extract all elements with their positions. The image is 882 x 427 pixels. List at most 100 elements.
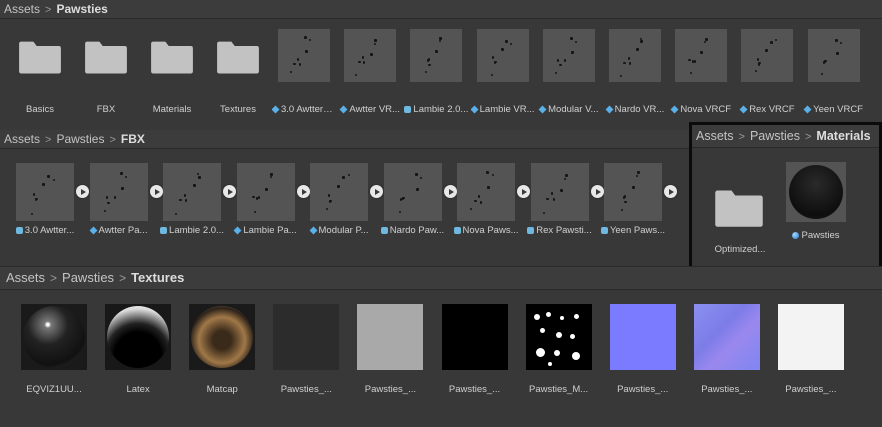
mesh-icon	[160, 227, 168, 234]
play-preview-icon[interactable]	[664, 185, 677, 198]
asset-label: Basics	[12, 104, 68, 115]
model-item[interactable]: Awtter VR...	[339, 29, 400, 115]
model-preview-icon	[741, 29, 794, 82]
breadcrumb-item[interactable]: Pawsties	[62, 270, 114, 285]
prefab-icon	[309, 226, 317, 235]
breadcrumb-item[interactable]: Textures	[131, 270, 184, 285]
asset-label: Pawsties_...	[772, 384, 850, 395]
asset-label: Awtter VR...	[338, 104, 402, 115]
material-item-pawsties[interactable]: Pawsties	[786, 162, 846, 257]
sphere-icon	[107, 306, 170, 368]
model-item[interactable]: Yeen VRCF	[803, 29, 863, 115]
fbx-model-item[interactable]: Modular P...	[309, 163, 383, 243]
asset-label-text: Modular P...	[318, 225, 369, 236]
model-item[interactable]: 3.0 Awtter_...	[272, 29, 336, 115]
fbx-model-item[interactable]: Nardo Paw...	[380, 163, 457, 243]
folder-item[interactable]: Textures	[216, 39, 260, 119]
asset-label: 3.0 Awtter...	[10, 225, 80, 236]
texture-item[interactable]: Pawsties_...	[357, 304, 424, 404]
model-item[interactable]: Nardo VR...	[605, 29, 664, 115]
fbx-model-item[interactable]: Rex Pawsti...	[527, 163, 604, 243]
asset-label-text: 3.0 Awtter_...	[281, 104, 336, 115]
asset-label: Rex Pawsti...	[525, 225, 595, 236]
model-item[interactable]: Lambie VR...	[470, 29, 535, 115]
breadcrumb-separator-icon: >	[804, 131, 812, 143]
model-item[interactable]: Lambie 2.0...	[404, 29, 468, 115]
play-preview-icon[interactable]	[370, 185, 383, 198]
asset-label: Pawsties_M...	[520, 384, 598, 395]
texture-item[interactable]: Pawsties_...	[777, 304, 844, 404]
model-preview-icon	[344, 29, 397, 82]
model-item[interactable]: Nova VRCF	[670, 29, 731, 115]
mask-blob	[555, 332, 562, 338]
fbx-model-item[interactable]: Nova Paws...	[453, 163, 530, 243]
asset-label-text: Lambie VR...	[479, 104, 535, 115]
model-preview-icon	[476, 29, 529, 82]
texture-item[interactable]: EQVIZ1UU...	[21, 304, 87, 404]
play-preview-icon[interactable]	[590, 185, 604, 198]
breadcrumb-item[interactable]: Pawsties	[56, 132, 104, 146]
model-item[interactable]: Rex VRCF	[739, 29, 795, 115]
play-preview-icon[interactable]	[223, 185, 236, 198]
model-preview-icon	[310, 163, 383, 221]
model-preview-icon	[457, 163, 530, 221]
breadcrumb-item[interactable]: FBX	[121, 132, 145, 146]
breadcrumb-item[interactable]: Pawsties	[750, 129, 800, 143]
breadcrumb-item[interactable]: Assets	[4, 2, 40, 16]
play-preview-icon[interactable]	[517, 185, 530, 198]
breadcrumb-item[interactable]: Assets	[4, 132, 40, 146]
texture-item[interactable]: Matcap	[189, 304, 256, 404]
breadcrumb-item[interactable]: Assets	[6, 270, 45, 285]
prefab-icon	[605, 105, 614, 114]
asset-label: Matcap	[183, 384, 261, 395]
asset-label-text: Lambie 2.0...	[413, 104, 469, 115]
asset-label: Rex VRCF	[735, 104, 799, 115]
asset-label-text: Rex Pawsti...	[536, 225, 592, 236]
fbx-model-item[interactable]: 3.0 Awtter...	[15, 163, 89, 243]
project-panel-pawsties: Assets > Pawsties Basics FBX Materials Textur…	[0, 0, 882, 128]
texture-item[interactable]: Latex	[105, 304, 172, 404]
texture-item[interactable]: Pawsties_M...	[525, 304, 592, 404]
asset-label-text: Lambie Pa...	[243, 225, 297, 236]
texture-thumbnail-sphere-dark	[21, 304, 87, 370]
folder-item[interactable]: FBX	[84, 39, 128, 119]
asset-label: Textures	[210, 104, 266, 115]
asset-label: Nardo VR...	[603, 104, 667, 115]
texture-item[interactable]: Pawsties_...	[693, 304, 760, 404]
folder-item-optimized[interactable]: Optimized...	[714, 188, 766, 258]
breadcrumb-separator-icon: >	[45, 4, 52, 16]
folder-item[interactable]: Materials	[150, 39, 194, 119]
play-preview-icon[interactable]	[76, 185, 89, 198]
fbx-model-item[interactable]: Yeen Paws...	[600, 163, 677, 243]
asset-label-text: Pawsties_...	[448, 384, 501, 395]
texture-item[interactable]: Pawsties_...	[441, 304, 508, 404]
breadcrumb-item[interactable]: Materials	[816, 129, 870, 143]
fbx-model-item[interactable]: Lambie Pa...	[233, 163, 310, 243]
play-preview-icon[interactable]	[296, 185, 310, 198]
asset-label-text: Lambie 2.0...	[169, 225, 224, 236]
model-preview-icon	[530, 163, 604, 221]
asset-label: Pawsties_...	[267, 384, 345, 395]
texture-item[interactable]: Pawsties_...	[609, 304, 676, 404]
asset-label: Pawsties	[780, 230, 852, 241]
breadcrumb-separator-icon: >	[50, 271, 58, 285]
breadcrumb-item[interactable]: Assets	[696, 129, 734, 143]
texture-thumbnail-white	[777, 304, 844, 370]
model-item[interactable]: Modular V...	[538, 29, 598, 115]
folder-item[interactable]: Basics	[18, 39, 62, 119]
asset-label: Latex	[99, 384, 177, 395]
breadcrumb-item[interactable]: Pawsties	[56, 2, 107, 16]
fbx-model-item[interactable]: Lambie 2.0...	[160, 163, 236, 243]
prefab-icon	[739, 105, 748, 114]
texture-thumbnail-blue	[609, 304, 676, 370]
asset-label-text: EQVIZ1UU...	[26, 384, 82, 395]
asset-label: Pawsties_...	[604, 384, 682, 395]
fbx-model-item[interactable]: Awtter Pa...	[89, 163, 163, 243]
breadcrumb-pawsties: Assets > Pawsties	[0, 0, 882, 19]
prefab-icon	[670, 105, 679, 114]
play-preview-icon[interactable]	[443, 185, 457, 198]
asset-label-text: Nardo Paw...	[389, 225, 445, 236]
texture-item[interactable]: Pawsties_...	[273, 304, 340, 404]
asset-label-text: Pawsties_...	[785, 384, 837, 395]
play-preview-icon[interactable]	[149, 185, 163, 198]
